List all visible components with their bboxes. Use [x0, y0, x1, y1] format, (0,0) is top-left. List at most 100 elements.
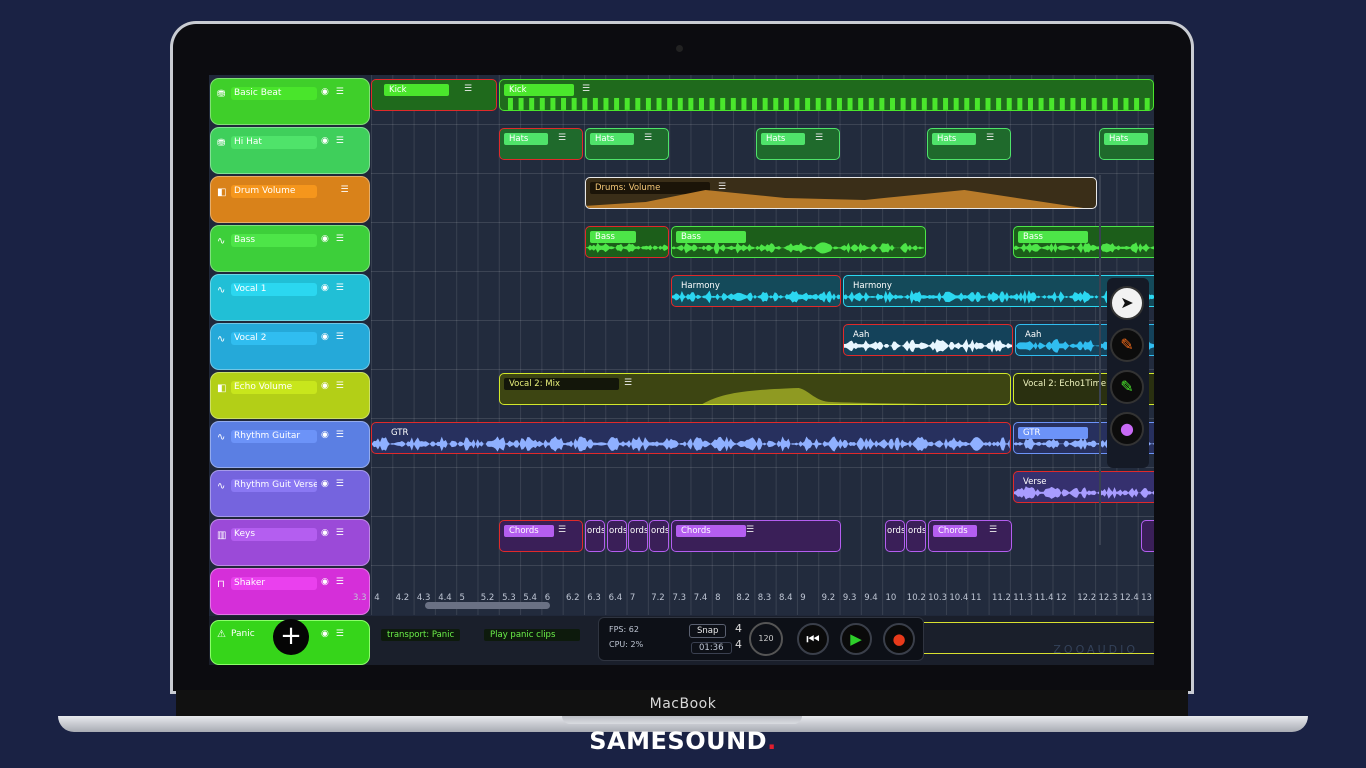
clip-chords[interactable]: ords: [607, 520, 627, 552]
ruler-tick-label: 4.2: [395, 593, 410, 603]
clip-hats[interactable]: Hats: [1099, 128, 1154, 160]
vertical-scrollbar[interactable]: [1099, 175, 1101, 545]
track-name[interactable]: Keys: [231, 528, 317, 541]
ruler-tick-label: 4: [374, 593, 380, 603]
clip-bass[interactable]: Bass: [585, 226, 669, 258]
track-controls[interactable]: ◉ ☰: [321, 87, 346, 97]
add-track-button[interactable]: +: [273, 619, 309, 655]
clip-harmony[interactable]: Harmony: [671, 275, 841, 307]
automation-icon: ◧: [217, 187, 227, 198]
draw-tool-icon[interactable]: ✎: [1110, 370, 1144, 404]
track-controls[interactable]: ◉ ☰: [321, 136, 346, 146]
clip-menu-icon[interactable]: ☰: [989, 525, 997, 535]
time-signature-top[interactable]: 4: [735, 622, 742, 635]
track-header-vocal-2[interactable]: ∿ Vocal 2 ◉ ☰: [210, 323, 370, 370]
rewind-button[interactable]: ⏮: [797, 623, 829, 655]
track-controls[interactable]: ◉ ☰: [321, 234, 346, 244]
panic-clip-label[interactable]: Play panic clips: [484, 629, 580, 641]
track-controls[interactable]: ◉ ☰: [321, 332, 346, 342]
clip-chords[interactable]: ords: [906, 520, 926, 552]
clip-verse[interactable]: Verse: [1013, 471, 1154, 503]
clip-menu-icon[interactable]: ☰: [746, 525, 754, 535]
track-header-basic-beat[interactable]: ⛃ Basic Beat ◉ ☰: [210, 78, 370, 125]
clip-chords[interactable]: Chords ☰: [499, 520, 583, 552]
track-header-echo-volume[interactable]: ◧ Echo Volume ◉ ☰: [210, 372, 370, 419]
clip-menu-icon[interactable]: ☰: [644, 133, 652, 143]
track-controls[interactable]: ◉ ☰: [321, 629, 346, 639]
track-header-rhythm-guit-verse[interactable]: ∿ Rhythm Guit Verse ◉ ☰: [210, 470, 370, 517]
panic-clip-label[interactable]: transport: Panic: [381, 629, 461, 641]
clip-label: Chords: [504, 525, 554, 537]
clip-drums-volume[interactable]: Drums: Volume ☰: [585, 177, 1097, 209]
clip-chords[interactable]: Chords ☰: [671, 520, 841, 552]
time-signature-bottom[interactable]: 4: [735, 638, 742, 651]
track-controls[interactable]: ◉ ☰: [321, 283, 346, 293]
track-name[interactable]: Rhythm Guitar: [231, 430, 317, 443]
clip-kick[interactable]: Kick ☰: [499, 79, 1154, 111]
track-header-bass[interactable]: ∿ Bass ◉ ☰: [210, 225, 370, 272]
clip-label: Chords: [933, 525, 977, 537]
track-name[interactable]: Echo Volume: [231, 381, 317, 394]
waveform: [1014, 486, 1154, 500]
clip-hats[interactable]: Hats ☰: [585, 128, 669, 160]
clip-menu-icon[interactable]: ☰: [464, 84, 472, 94]
clip-menu-icon[interactable]: ☰: [558, 133, 566, 143]
track-controls[interactable]: ☰: [321, 185, 351, 195]
ruler-tick-label: 10.4: [949, 593, 969, 603]
track-header-hi-hat[interactable]: ⛃ Hi Hat ◉ ☰: [210, 127, 370, 174]
play-button[interactable]: ▶: [840, 623, 872, 655]
brand-logo: SAMESOUND.: [589, 727, 777, 755]
pencil-tool-icon[interactable]: ✎: [1110, 328, 1144, 362]
clip-gtr[interactable]: GTR: [371, 422, 1011, 454]
ruler-tick-label: 12: [1055, 593, 1067, 603]
clip-menu-icon[interactable]: ☰: [815, 133, 823, 143]
track-header-vocal-1[interactable]: ∿ Vocal 1 ◉ ☰: [210, 274, 370, 321]
track-controls[interactable]: ◉ ☰: [321, 479, 346, 489]
ruler-tick-label: 9.2: [821, 593, 836, 603]
track-controls[interactable]: ◉ ☰: [321, 381, 346, 391]
track-name[interactable]: Basic Beat: [231, 87, 317, 100]
track-header-drum-volume[interactable]: ◧ Drum Volume ☰: [210, 176, 370, 223]
clip-chords[interactable]: Chords ☰: [928, 520, 1012, 552]
clip-chords[interactable]: ords: [628, 520, 648, 552]
track-controls[interactable]: ◉ ☰: [321, 528, 346, 538]
clip-chords[interactable]: ords: [585, 520, 605, 552]
pin-tool-icon[interactable]: ●: [1110, 412, 1144, 446]
pointer-tool-icon[interactable]: ➤: [1110, 286, 1144, 320]
ruler-tick-label: 11.2: [992, 593, 1011, 603]
track-name[interactable]: Hi Hat: [231, 136, 317, 149]
clip-hats[interactable]: Hats ☰: [499, 128, 583, 160]
clip-label: Hats: [590, 133, 634, 145]
track-controls[interactable]: ◉ ☰: [321, 577, 346, 587]
track-name[interactable]: Drum Volume: [231, 185, 317, 198]
shaker-icon: ⊓: [217, 579, 225, 590]
track-header-shaker[interactable]: ⊓ Shaker ◉ ☰: [210, 568, 370, 615]
record-button[interactable]: ●: [883, 623, 915, 655]
track-name[interactable]: Panic: [231, 629, 255, 639]
tempo-knob[interactable]: 120: [749, 622, 783, 656]
transport-panel: FPS: 62 CPU: 2% Snap 01:36 4 4 120 ⏮ ▶ ●: [598, 617, 924, 661]
clip-bass[interactable]: Bass: [671, 226, 926, 258]
track-controls[interactable]: ◉ ☰: [321, 430, 346, 440]
clip-label: ords: [908, 526, 926, 536]
clip-menu-icon[interactable]: ☰: [986, 133, 994, 143]
clip-hats[interactable]: Hats ☰: [927, 128, 1011, 160]
clip-chords[interactable]: ords: [885, 520, 905, 552]
clip-menu-icon[interactable]: ☰: [558, 525, 566, 535]
clip-vocal-2-mix[interactable]: Vocal 2: Mix ☰: [499, 373, 1011, 405]
clip-hats[interactable]: Hats ☰: [756, 128, 840, 160]
horizontal-scrollbar[interactable]: [425, 602, 550, 609]
clip-chords[interactable]: ords: [649, 520, 669, 552]
clip-aah[interactable]: Aah: [843, 324, 1013, 356]
clip-chords[interactable]: [1141, 520, 1154, 552]
clip-kick[interactable]: Kick ☰: [371, 79, 497, 111]
track-name[interactable]: Vocal 2: [231, 332, 317, 345]
track-name[interactable]: Bass: [231, 234, 317, 247]
track-name[interactable]: Shaker: [231, 577, 317, 590]
snap-button[interactable]: Snap: [689, 624, 727, 638]
clip-bass[interactable]: Bass: [1013, 226, 1154, 258]
track-header-rhythm-guitar[interactable]: ∿ Rhythm Guitar ◉ ☰: [210, 421, 370, 468]
track-name[interactable]: Rhythm Guit Verse: [231, 479, 317, 492]
track-name[interactable]: Vocal 1: [231, 283, 317, 296]
track-header-keys[interactable]: ▥ Keys ◉ ☰: [210, 519, 370, 566]
